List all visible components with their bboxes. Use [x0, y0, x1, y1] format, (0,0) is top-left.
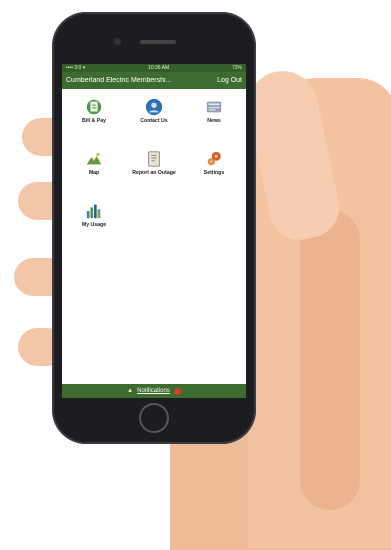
- tile-bill-pay[interactable]: Bill & Pay: [68, 98, 120, 124]
- notification-badge: [173, 387, 181, 395]
- tile-label: News: [207, 118, 221, 124]
- tile-label: Contact Us: [140, 118, 168, 124]
- tile-contact-us[interactable]: Contact Us: [128, 98, 180, 124]
- tile-label: Report an Outage: [132, 170, 176, 176]
- tile-map[interactable]: Map: [68, 150, 120, 176]
- tile-news[interactable]: News: [188, 98, 240, 124]
- bill-pay-icon: [86, 99, 102, 115]
- logout-button[interactable]: Log Out: [217, 77, 242, 84]
- notifications-link[interactable]: Notifications: [137, 388, 170, 394]
- tile-settings[interactable]: Settings: [188, 150, 240, 176]
- tile-label: Settings: [203, 170, 225, 176]
- contact-us-icon: [145, 98, 163, 116]
- clock: 10:36 AM: [148, 65, 170, 71]
- status-bar: •••• 3:0 ▾ 10:36 AM 72%: [62, 64, 246, 72]
- tile-label: My Usage: [81, 222, 107, 228]
- notifications-bar[interactable]: ▲ Notifications: [62, 384, 246, 398]
- carrier-signal: •••• 3:0 ▾: [66, 65, 86, 71]
- report-outage-icon: [148, 151, 160, 167]
- settings-icon: [207, 151, 221, 166]
- hand-shadow: [300, 210, 360, 510]
- phone-screen: •••• 3:0 ▾ 10:36 AM 72% Cumberland Elect…: [62, 64, 246, 398]
- battery-level: 72%: [231, 65, 242, 71]
- news-icon: [206, 101, 222, 113]
- front-camera: [114, 38, 121, 45]
- tile-my-usage[interactable]: My Usage: [68, 202, 120, 228]
- app-title: Cumberland Electric Membershi...: [66, 77, 172, 84]
- my-usage-icon: [86, 204, 101, 219]
- tile-report-outage[interactable]: Report an Outage: [128, 150, 180, 176]
- chevron-up-icon: ▲: [127, 388, 134, 394]
- tile-label: Bill & Pay: [82, 118, 106, 124]
- app-header: Cumberland Electric Membershi... Log Out: [62, 72, 246, 89]
- home-button[interactable]: [139, 403, 169, 433]
- map-icon: [86, 152, 102, 165]
- phone-device: •••• 3:0 ▾ 10:36 AM 72% Cumberland Elect…: [52, 12, 256, 444]
- tile-label: Map: [88, 170, 100, 176]
- earpiece-speaker: [140, 40, 176, 44]
